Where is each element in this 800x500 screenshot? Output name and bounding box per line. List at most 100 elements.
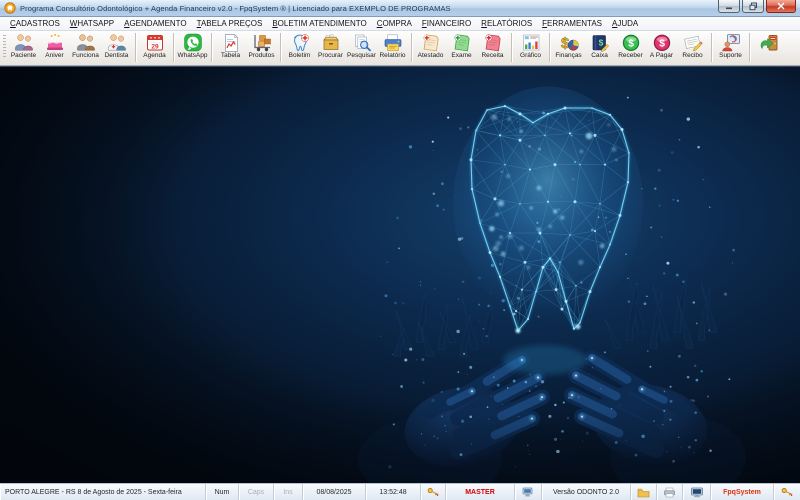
workspace (0, 66, 800, 483)
exit-button[interactable] (753, 32, 784, 62)
status-numlock: Num (206, 484, 239, 500)
status-capslock: Caps (239, 484, 274, 500)
birthday-icon (44, 32, 66, 52)
menu-financeiro[interactable]: FINANCEIRO (417, 18, 476, 29)
exam-icon (451, 32, 473, 52)
minimize-button[interactable] (718, 0, 740, 13)
chart-button[interactable]: Gráfico (515, 32, 546, 62)
toolbar-label: Gráfico (520, 52, 541, 60)
receipt-icon (682, 32, 704, 52)
monitor-icon[interactable] (683, 484, 711, 500)
svg-text:$: $ (628, 37, 634, 49)
products-button[interactable]: Produtos (246, 32, 277, 62)
menu-ajuda[interactable]: AJUDA (607, 18, 643, 29)
svg-text:29: 29 (151, 43, 159, 50)
menu-tabela-pre-os[interactable]: TABELA PREÇOS (192, 18, 268, 29)
toolbar-label: Caixa (591, 52, 608, 60)
toolbar-separator (749, 33, 750, 62)
toolbar-label: Procurar (318, 52, 343, 60)
status-brand: FpqSystem (711, 484, 774, 500)
pay-icon: $ (651, 32, 673, 52)
menu-agendamento[interactable]: AGENDAMENTO (119, 18, 192, 29)
status-version: Versão ODONTO 2.0 (542, 484, 631, 500)
birthday-button[interactable]: Aniver (39, 32, 70, 62)
toolbar-separator (173, 33, 174, 62)
prescription-button[interactable]: Receita (477, 32, 508, 62)
toolbar-separator (135, 33, 136, 62)
dentist-button[interactable]: Dentista (101, 32, 132, 62)
tooth-record-icon (289, 32, 311, 52)
price-table-icon (220, 32, 242, 52)
menu-compra[interactable]: COMPRA (372, 18, 417, 29)
support-button[interactable]: Suporte (715, 32, 746, 62)
folder-icon[interactable] (631, 484, 657, 500)
toolbar-label: Boletim (289, 52, 311, 60)
window-controls (718, 0, 800, 13)
calendar-icon: 29 (144, 32, 166, 52)
products-icon (251, 32, 273, 52)
calendar-button[interactable]: 29 Agenda (139, 32, 170, 62)
report-button[interactable]: Relatório (377, 32, 408, 62)
printer-icon[interactable] (657, 484, 683, 500)
patients-button[interactable]: Paciente (8, 32, 39, 62)
support-icon (720, 32, 742, 52)
menu-whatsapp[interactable]: WHATSAPP (65, 18, 119, 29)
toolbar-label: A Pagar (650, 52, 673, 60)
whatsapp-icon (182, 32, 204, 52)
staff-button[interactable]: Funciona (70, 32, 101, 62)
receipt-button[interactable]: Recibo (677, 32, 708, 62)
close-button[interactable] (766, 0, 796, 13)
svg-text:$: $ (659, 37, 665, 49)
menubar: CADASTROSWHATSAPPAGENDAMENTOTABELA PREÇO… (0, 17, 800, 31)
statusbar: PORTO ALEGRE - RS 8 de Agosto de 2025 - … (0, 483, 800, 500)
toolbar-label: Exame (451, 52, 471, 60)
receive-button[interactable]: $ Receber (615, 32, 646, 62)
toolbar-label: Pesquisar (347, 52, 376, 60)
toolbar-label: Receita (481, 52, 503, 60)
toolbar-label: Atestado (418, 52, 444, 60)
prescription-icon (482, 32, 504, 52)
staff-icon (75, 32, 97, 52)
finance-icon: $ (558, 32, 580, 52)
cashbook-button[interactable]: $Caixa (584, 32, 615, 62)
toolbar-separator (511, 33, 512, 62)
keys-icon (421, 484, 446, 500)
toolbar-separator (549, 33, 550, 62)
toolbar-label: Receber (618, 52, 643, 60)
menu-ferramentas[interactable]: FERRAMENTAS (537, 18, 607, 29)
toolbar-label: Agenda (143, 52, 165, 60)
receive-icon: $ (620, 32, 642, 52)
keys-icon-2 (774, 484, 800, 500)
finance-button[interactable]: $Finanças (553, 32, 584, 62)
search-docs-icon (351, 32, 373, 52)
toolbar-separator (211, 33, 212, 62)
toolbar-label: Produtos (248, 52, 274, 60)
toolbar: Paciente Aniver FuncionaDentista 29 Agenda Wh… (0, 31, 800, 66)
toolbar-label: Aniver (45, 52, 63, 60)
price-table-button[interactable]: Tabela (215, 32, 246, 62)
search-docs-button[interactable]: Pesquisar (346, 32, 377, 62)
toolbar-label: Recibo (682, 52, 702, 60)
status-location-date: PORTO ALEGRE - RS 8 de Agosto de 2025 - … (0, 484, 206, 500)
toolbar-label: Funciona (72, 52, 99, 60)
menu-relat-rios[interactable]: RELATÓRIOS (476, 18, 537, 29)
drawer-button[interactable]: Procurar (315, 32, 346, 62)
app-window: Programa Consultório Odontológico + Agen… (0, 0, 800, 500)
tooth-record-button[interactable]: Boletim (284, 32, 315, 62)
whatsapp-button[interactable]: WhatsApp (177, 32, 208, 62)
certificate-button[interactable]: Atestado (415, 32, 446, 62)
toolbar-label: WhatsApp (178, 52, 208, 60)
exit-icon (758, 32, 780, 52)
pay-button[interactable]: $ A Pagar (646, 32, 677, 62)
toolbar-label: Suporte (719, 52, 742, 60)
toolbar-label: Finanças (555, 52, 581, 60)
exam-button[interactable]: Exame (446, 32, 477, 62)
menu-cadastros[interactable]: CADASTROS (5, 18, 65, 29)
restore-button[interactable] (742, 0, 764, 13)
toolbar-separator (711, 33, 712, 62)
toolbar-separator (280, 33, 281, 62)
drawer-icon (320, 32, 342, 52)
menu-boletim-atendimento[interactable]: BOLETIM ATENDIMENTO (267, 18, 371, 29)
toolbar-label: Relatório (379, 52, 405, 60)
toolbar-separator (411, 33, 412, 62)
